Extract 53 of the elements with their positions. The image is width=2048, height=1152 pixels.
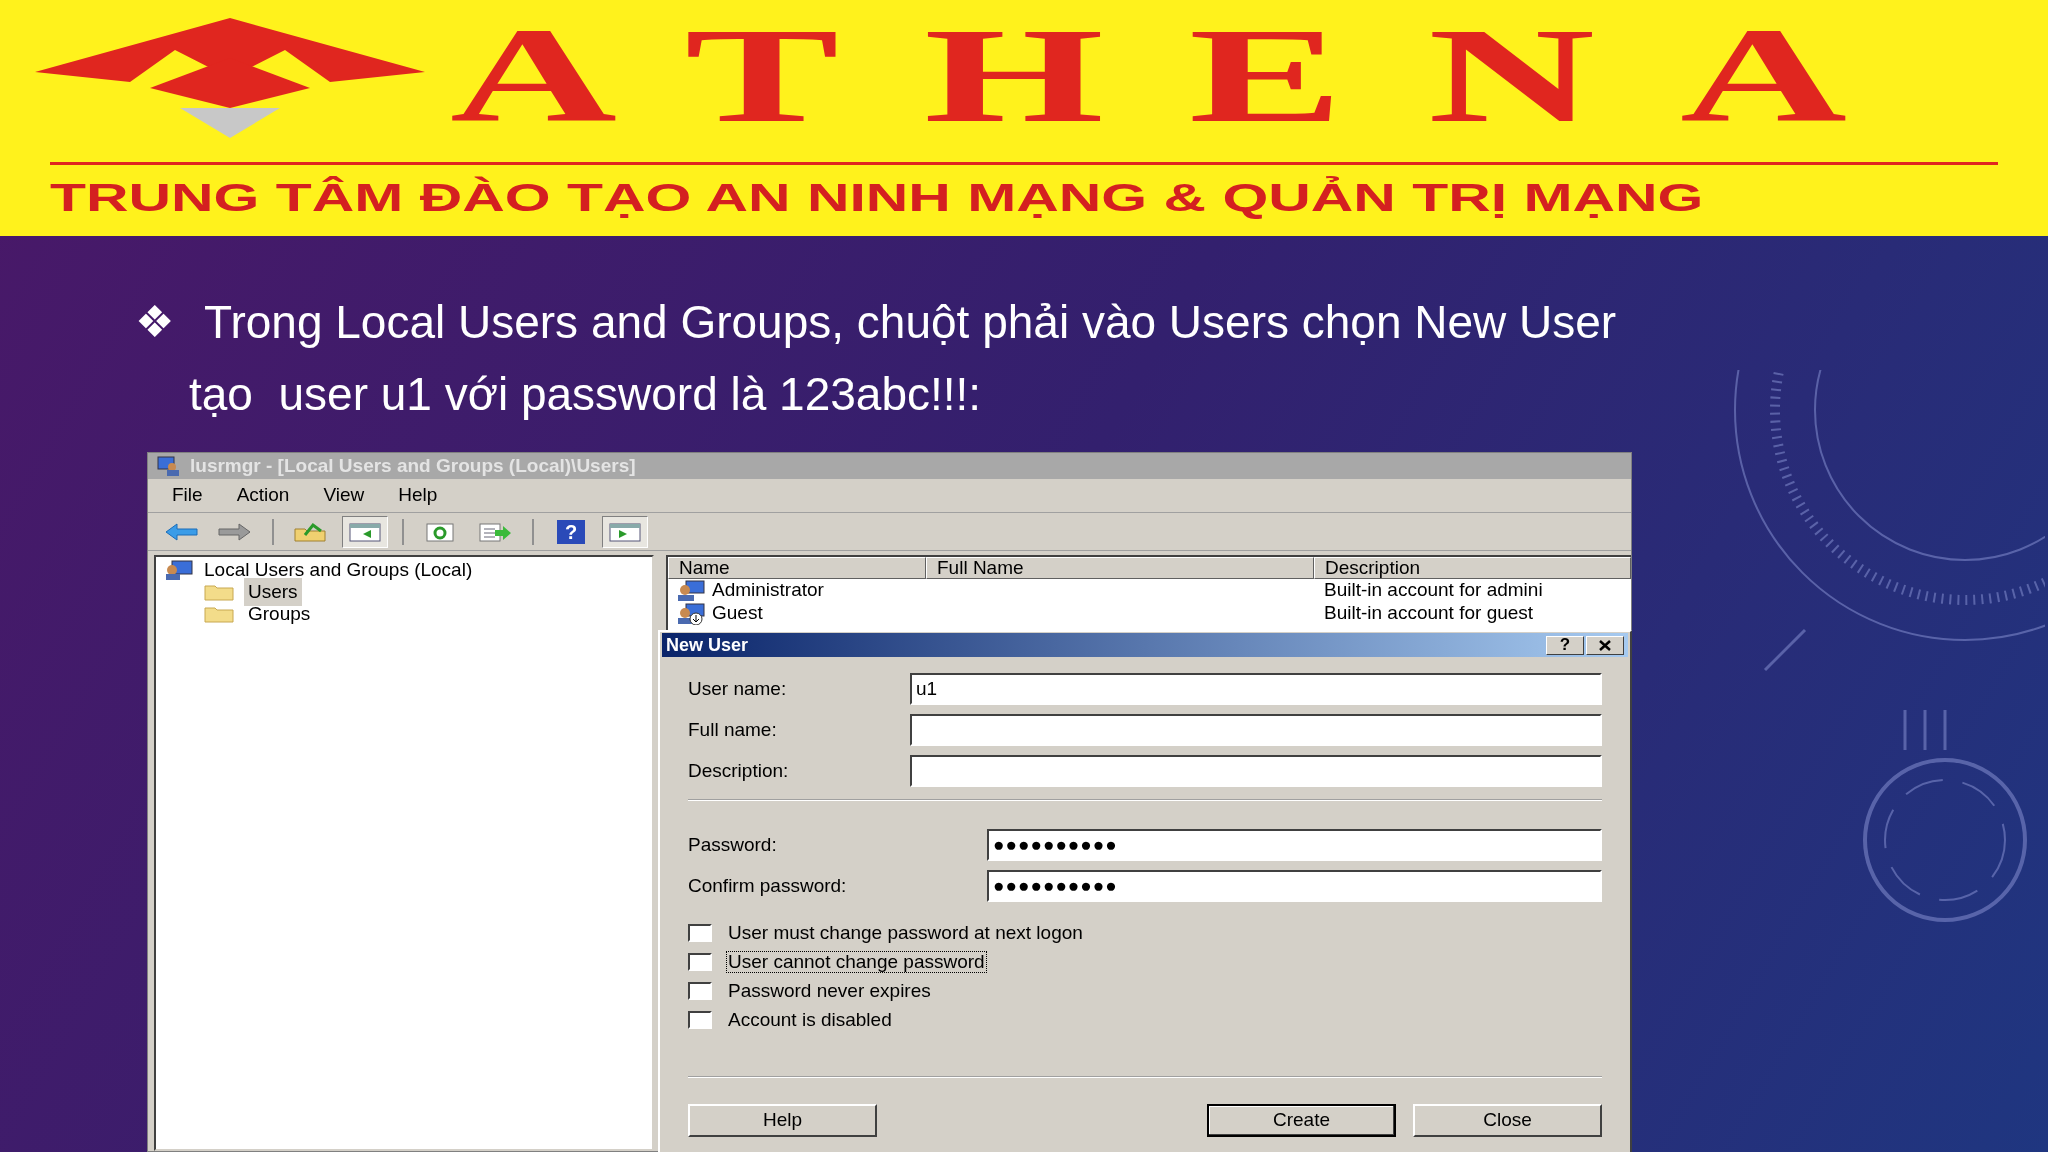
tree-item[interactable]: Users	[244, 577, 302, 607]
bullet-text: Trong Local Users and Groups, chuột phải vào Users chọn New User tạo user u1 với password là 123abc!!!:	[189, 295, 1618, 422]
checkbox-label[interactable]: User must change password at next logon	[726, 921, 1085, 944]
checkbox[interactable]	[688, 1010, 712, 1029]
input-field[interactable]	[910, 714, 1602, 746]
checkbox-label[interactable]: Account is disabled	[726, 1008, 894, 1031]
export-list-icon	[477, 520, 513, 543]
column-header[interactable]: Description	[1314, 557, 1631, 579]
pane-icon	[607, 520, 643, 543]
input-field[interactable]	[910, 755, 1602, 787]
pane-icon	[347, 520, 383, 543]
checkbox[interactable]	[688, 952, 712, 971]
toolbar-action-pane-button[interactable]	[602, 515, 648, 548]
user-description: Built-in account for guest	[1323, 601, 1534, 626]
field-label: Password:	[688, 832, 778, 857]
checkbox-label[interactable]: Password never expires	[726, 979, 933, 1002]
field-label: Description:	[688, 758, 790, 783]
user-icon	[676, 579, 706, 602]
bullet-marker: ❖	[135, 296, 174, 348]
field-label: User name:	[688, 676, 788, 701]
menu-item[interactable]: Action	[224, 481, 302, 510]
help-button[interactable]: ?	[1546, 635, 1584, 655]
dialog-button[interactable]: Close	[1413, 1104, 1602, 1137]
menu-item[interactable]: Help	[386, 481, 450, 510]
menu-item[interactable]: File	[160, 481, 215, 510]
guest-user-icon	[676, 602, 706, 625]
input-field[interactable]: u1	[910, 673, 1602, 705]
forward-arrow-icon	[217, 520, 253, 543]
dialog-title: New User	[666, 633, 750, 657]
back-arrow-icon	[163, 520, 199, 543]
logo-text: ATHENA	[450, 7, 1932, 143]
menu-item[interactable]: View	[311, 481, 377, 510]
help-button[interactable]: ?	[548, 515, 594, 548]
checkbox-label[interactable]: User cannot change password	[726, 950, 987, 973]
password-field[interactable]: ●●●●●●●●●●	[987, 870, 1602, 902]
column-header[interactable]: Name	[668, 557, 926, 579]
toolbar-tree-button[interactable]	[342, 515, 388, 548]
close-icon	[1598, 639, 1612, 651]
dialog-button[interactable]: Help	[688, 1104, 877, 1137]
folder-icon	[204, 605, 234, 623]
folder-up-icon	[293, 520, 329, 543]
checkbox[interactable]	[688, 923, 712, 942]
field-label: Full name:	[688, 717, 778, 742]
close-button[interactable]	[1586, 635, 1624, 655]
checkbox[interactable]	[688, 981, 712, 1000]
computer-users-icon	[164, 560, 196, 580]
folder-icon	[204, 583, 234, 601]
password-field[interactable]: ●●●●●●●●●●	[987, 829, 1602, 861]
dialog-button[interactable]: Create	[1207, 1104, 1396, 1137]
user-description: Built-in account for admini	[1323, 578, 1543, 603]
column-header[interactable]: Full Name	[926, 557, 1314, 579]
field-label: Confirm password:	[688, 873, 848, 898]
window-title: lusrmgr - [Local Users and Groups (Local)\Users]	[190, 453, 636, 478]
